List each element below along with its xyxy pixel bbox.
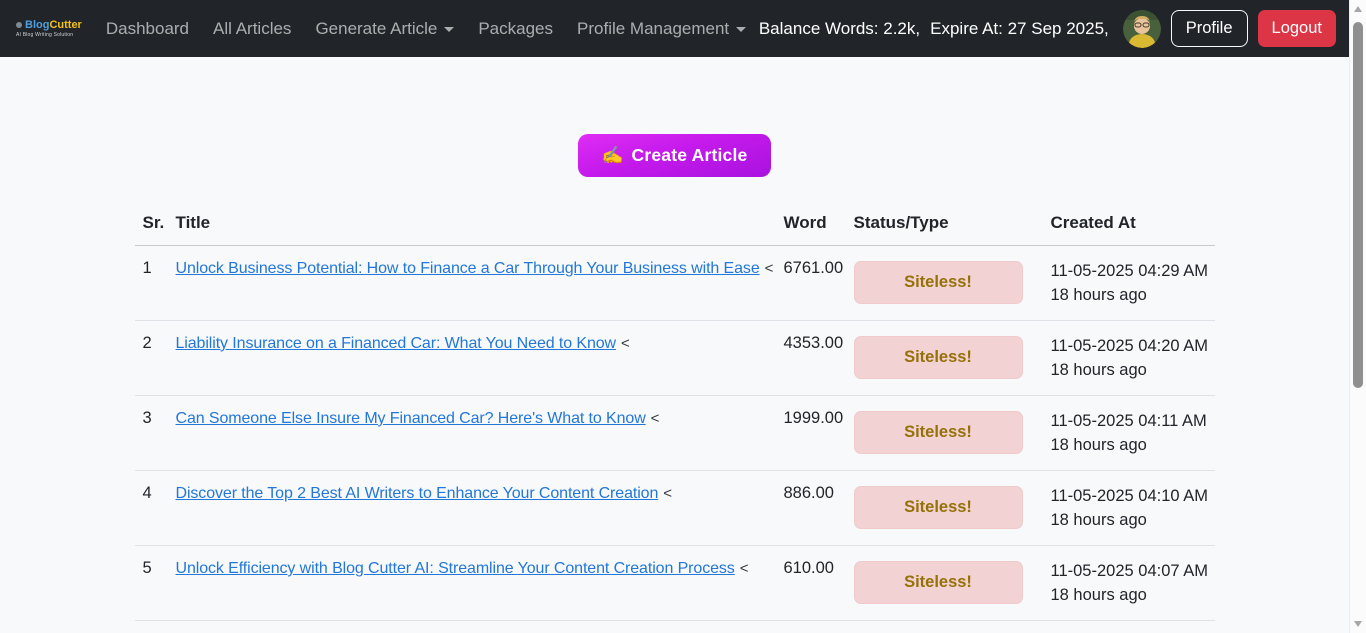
brand-tagline: AI Blog Writing Solution [16,33,82,38]
articles-table-body: 1 Unlock Business Potential: How to Fina… [135,246,1215,633]
table-row: 3 Can Someone Else Insure My Financed Ca… [135,396,1215,471]
row-serial: 1 [135,246,168,321]
created-at-relative: 18 hours ago [1051,358,1207,382]
row-status-cell: Siteless! [846,321,1043,396]
scrollbar-up-arrow-icon[interactable] [1354,6,1362,12]
articles-table: Sr. Title Word Status/Type Created At 1 … [135,205,1215,633]
status-badge: Siteless! [854,336,1023,379]
article-title-link[interactable]: Unlock Efficiency with Blog Cutter AI: S… [176,560,735,577]
user-avatar [1123,10,1161,48]
created-at-relative: 18 hours ago [1051,283,1207,307]
balance-words-text: Balance Words: 2.2k, [759,19,920,39]
row-created-at-cell: 11-05-2025 04:10 AM 18 hours ago [1043,471,1215,546]
created-at-date: 11-05-2025 04:11 AM [1051,409,1207,433]
nav-item-packages[interactable]: Packages [466,11,565,47]
article-title-link[interactable]: Can Someone Else Insure My Financed Car?… [176,410,646,427]
table-row: 5 Unlock Efficiency with Blog Cutter AI:… [135,546,1215,621]
row-title-cell: Can Someone Else Insure My Financed Car?… [168,396,776,471]
profile-button[interactable]: Profile [1171,10,1248,47]
top-navbar: BlogCutter AI Blog Writing Solution Dash… [0,0,1366,57]
nav-item-profile-management[interactable]: Profile Management [565,11,758,47]
nav-item-generate-article[interactable]: Generate Article [303,11,466,47]
brand-name-secondary: Cutter [49,19,81,31]
row-title-cell: Dr. Muhammad Yunus: Pioneering Microfina… [168,621,776,633]
row-created-at-cell: 11-05-2025 04:20 AM 18 hours ago [1043,321,1215,396]
create-article-label: Create Article [632,145,748,165]
scrollbar-down-arrow-icon[interactable] [1354,621,1362,627]
created-at-date: 11-05-2025 04:20 AM [1051,334,1207,358]
title-suffix-glyph: < [765,260,774,277]
vertical-scrollbar[interactable] [1349,0,1366,633]
table-row: 6 Dr. Muhammad Yunus: Pioneering Microfi… [135,621,1215,633]
table-row: 4 Discover the Top 2 Best AI Writers to … [135,471,1215,546]
row-word-count: 4353.00 [776,321,846,396]
created-at-date: 11-05-2025 04:29 AM [1051,259,1207,283]
row-title-cell: Discover the Top 2 Best AI Writers to En… [168,471,776,546]
nav-menu: Dashboard All Articles Generate Article … [94,11,758,47]
page-area: ✍️ Create Article Sr. Title Word Status/T… [0,134,1349,633]
row-word-count: 610.00 [776,546,846,621]
brand-name-primary: Blog [25,19,49,31]
chevron-down-icon [736,27,746,32]
column-header-sr: Sr. [135,205,168,246]
column-header-created-at: Created At [1043,205,1215,246]
row-status-cell: Siteless! [846,546,1043,621]
row-created-at-cell: 11-05-2025 04:29 AM 18 hours ago [1043,246,1215,321]
status-badge: Siteless! [854,486,1023,529]
row-word-count: 1999.00 [776,396,846,471]
row-title-cell: Unlock Efficiency with Blog Cutter AI: S… [168,546,776,621]
row-serial: 3 [135,396,168,471]
title-suffix-glyph: < [621,335,630,352]
chevron-down-icon [444,27,454,32]
row-word-count: 4498.00 [776,621,846,633]
row-serial: 2 [135,321,168,396]
article-title-link[interactable]: Discover the Top 2 Best AI Writers to En… [176,485,659,502]
column-header-word: Word [776,205,846,246]
column-header-status-type: Status/Type [846,205,1043,246]
title-suffix-glyph: < [651,410,660,427]
row-word-count: 6761.00 [776,246,846,321]
created-at-relative: 18 hours ago [1051,583,1207,607]
row-title-cell: Unlock Business Potential: How to Financ… [168,246,776,321]
title-suffix-glyph: < [740,560,749,577]
row-status-cell: Siteless! [846,471,1043,546]
table-header-row: Sr. Title Word Status/Type Created At [135,205,1215,246]
row-title-cell: Liability Insurance on a Financed Car: W… [168,321,776,396]
status-badge: Siteless! [854,261,1023,304]
row-serial: 4 [135,471,168,546]
column-header-title: Title [168,205,776,246]
article-title-link[interactable]: Liability Insurance on a Financed Car: W… [176,335,617,352]
scrollbar-thumb[interactable] [1353,22,1363,388]
expire-at-text: Expire At: 27 Sep 2025, [930,19,1109,39]
status-badge: Siteless! [854,561,1023,604]
row-created-at-cell: 11-05-2025 03:23 AM [1043,621,1215,633]
article-title-link[interactable]: Unlock Business Potential: How to Financ… [176,260,760,277]
table-row: 1 Unlock Business Potential: How to Fina… [135,246,1215,321]
row-word-count: 886.00 [776,471,846,546]
writing-hand-icon: ✍️ [602,145,624,165]
nav-item-all-articles[interactable]: All Articles [201,11,303,47]
created-at-date: 11-05-2025 04:10 AM [1051,484,1207,508]
row-serial: 5 [135,546,168,621]
row-status-cell: Siteless! [846,246,1043,321]
table-row: 2 Liability Insurance on a Financed Car:… [135,321,1215,396]
row-created-at-cell: 11-05-2025 04:11 AM 18 hours ago [1043,396,1215,471]
row-serial: 6 [135,621,168,633]
row-status-cell: Siteless! [846,396,1043,471]
row-created-at-cell: 11-05-2025 04:07 AM 18 hours ago [1043,546,1215,621]
brand-logo-icon [16,22,22,28]
brand-logo[interactable]: BlogCutter AI Blog Writing Solution [16,20,82,38]
created-at-relative: 18 hours ago [1051,508,1207,532]
row-status-cell: Siteless! [846,621,1043,633]
status-badge: Siteless! [854,411,1023,454]
created-at-relative: 18 hours ago [1051,433,1207,457]
user-avatar-image [1123,10,1161,48]
title-suffix-glyph: < [663,485,672,502]
logout-button[interactable]: Logout [1258,10,1336,47]
created-at-date: 11-05-2025 04:07 AM [1051,559,1207,583]
create-article-button[interactable]: ✍️ Create Article [578,134,772,177]
nav-right-section: Balance Words: 2.2k, Expire At: 27 Sep 2… [759,10,1336,48]
nav-item-dashboard[interactable]: Dashboard [94,11,201,47]
